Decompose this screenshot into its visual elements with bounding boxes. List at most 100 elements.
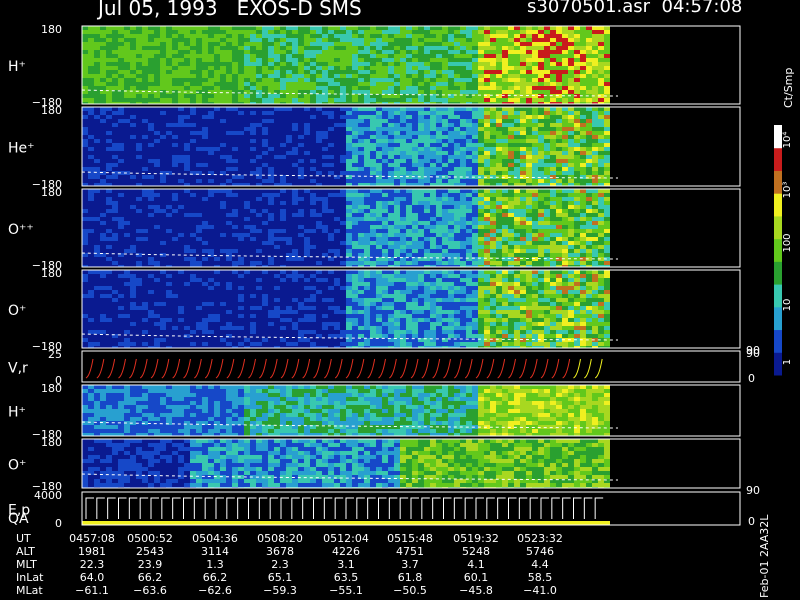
heat-cell bbox=[94, 50, 100, 54]
heat-cell bbox=[370, 66, 376, 70]
heat-cell bbox=[472, 66, 478, 70]
heat-cell bbox=[130, 209, 136, 213]
heat-cell bbox=[334, 58, 340, 62]
heat-cell bbox=[220, 135, 226, 139]
heat-cell bbox=[358, 159, 364, 163]
heat-cell bbox=[100, 229, 106, 233]
heat-cell bbox=[556, 62, 562, 66]
heat-cell bbox=[430, 245, 436, 249]
heat-cell bbox=[448, 197, 454, 201]
heat-cell bbox=[94, 42, 100, 46]
heat-cell bbox=[574, 74, 580, 78]
heat-cell bbox=[364, 213, 370, 217]
heat-cell bbox=[568, 74, 574, 78]
heat-cell bbox=[256, 249, 262, 253]
heat-cell bbox=[424, 58, 430, 62]
heat-cell bbox=[598, 179, 604, 183]
heat-cell bbox=[382, 229, 388, 233]
heat-cell bbox=[280, 66, 286, 70]
heat-cell bbox=[484, 26, 490, 30]
heat-cell bbox=[106, 135, 112, 139]
heat-cell bbox=[562, 155, 568, 159]
heat-cell bbox=[244, 26, 250, 30]
heat-cell bbox=[586, 119, 592, 123]
heat-cell bbox=[178, 201, 184, 205]
heat-cell bbox=[514, 127, 520, 131]
heat-cell bbox=[460, 46, 466, 50]
heat-cell bbox=[406, 38, 412, 42]
heat-cell bbox=[340, 159, 346, 163]
heat-cell bbox=[460, 233, 466, 237]
heat-cell bbox=[448, 233, 454, 237]
heat-cell bbox=[328, 107, 334, 111]
heat-cell bbox=[328, 217, 334, 221]
heat-cell bbox=[220, 245, 226, 249]
heat-cell bbox=[562, 86, 568, 90]
heat-cell bbox=[322, 58, 328, 62]
heat-cell bbox=[544, 179, 550, 183]
heat-cell bbox=[172, 42, 178, 46]
heat-cell bbox=[538, 42, 544, 46]
heat-cell bbox=[118, 46, 124, 50]
heat-cell bbox=[244, 201, 250, 205]
heat-cell bbox=[454, 241, 460, 245]
heat-cell bbox=[100, 70, 106, 74]
heat-cell bbox=[226, 26, 232, 30]
heat-cell bbox=[592, 34, 598, 38]
heat-cell bbox=[436, 163, 442, 167]
heat-cell bbox=[262, 179, 268, 183]
heat-cell bbox=[106, 123, 112, 127]
heat-cell bbox=[172, 213, 178, 217]
heat-cell bbox=[208, 189, 214, 193]
heat-cell bbox=[418, 107, 424, 111]
heat-cell bbox=[190, 94, 196, 98]
heat-cell bbox=[550, 90, 556, 94]
heat-cell bbox=[334, 193, 340, 197]
heat-cell bbox=[334, 30, 340, 34]
heat-cell bbox=[514, 111, 520, 115]
heat-cell bbox=[502, 213, 508, 217]
heat-cell bbox=[112, 123, 118, 127]
heat-cell bbox=[430, 221, 436, 225]
heat-cell bbox=[562, 107, 568, 111]
heat-cell bbox=[88, 201, 94, 205]
heat-cell bbox=[532, 78, 538, 82]
heat-cell bbox=[436, 147, 442, 151]
heat-cell bbox=[100, 171, 106, 175]
heat-cell bbox=[592, 127, 598, 131]
heat-cell bbox=[286, 249, 292, 253]
heat-cell bbox=[418, 155, 424, 159]
heat-cell bbox=[496, 147, 502, 151]
heat-cell bbox=[400, 159, 406, 163]
heat-cell bbox=[412, 123, 418, 127]
heat-cell bbox=[268, 221, 274, 225]
heat-cell bbox=[580, 78, 586, 82]
heat-cell bbox=[352, 163, 358, 167]
heat-cell bbox=[496, 94, 502, 98]
heat-cell bbox=[340, 58, 346, 62]
heat-cell bbox=[532, 90, 538, 94]
heat-cell bbox=[466, 78, 472, 82]
heat-cell bbox=[418, 42, 424, 46]
heat-cell bbox=[142, 66, 148, 70]
heat-cell bbox=[406, 163, 412, 167]
heat-cell bbox=[454, 155, 460, 159]
heat-cell bbox=[304, 245, 310, 249]
heat-cell bbox=[256, 62, 262, 66]
heat-cell bbox=[328, 213, 334, 217]
heat-cell bbox=[454, 225, 460, 229]
heat-cell bbox=[526, 50, 532, 54]
heat-cell bbox=[520, 143, 526, 147]
heat-cell bbox=[502, 98, 508, 102]
heat-cell bbox=[142, 233, 148, 237]
heat-cell bbox=[226, 115, 232, 119]
heat-cell bbox=[244, 70, 250, 74]
heat-cell bbox=[412, 135, 418, 139]
heat-cell bbox=[88, 175, 94, 179]
heat-cell bbox=[256, 197, 262, 201]
heat-cell bbox=[196, 74, 202, 78]
heat-cell bbox=[124, 241, 130, 245]
heat-cell bbox=[160, 241, 166, 245]
heat-cell bbox=[532, 26, 538, 30]
heat-cell bbox=[160, 62, 166, 66]
